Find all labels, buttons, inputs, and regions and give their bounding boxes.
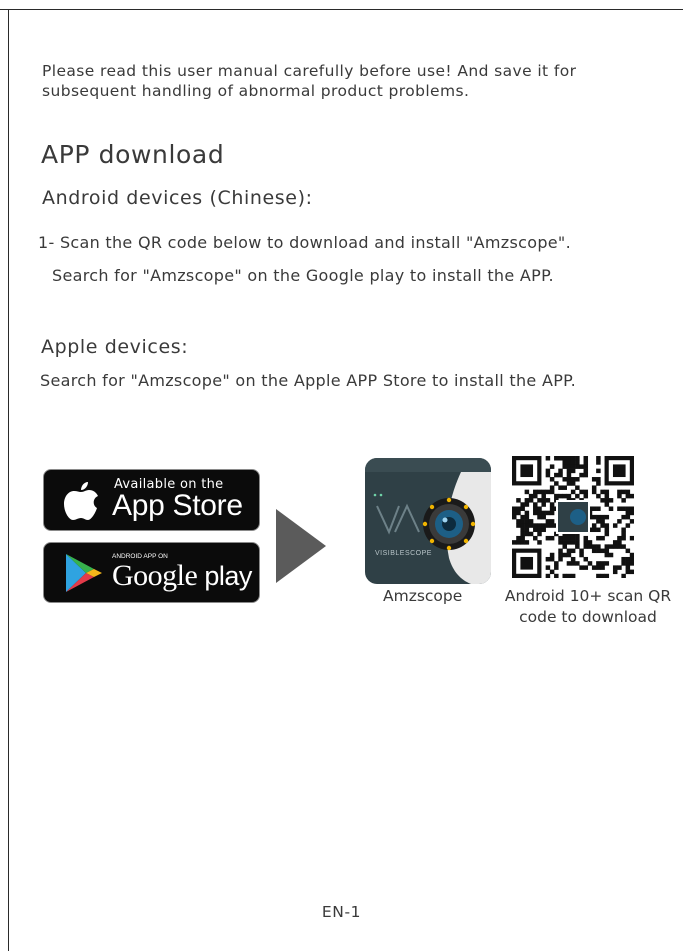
qr-code-caption: Android 10+ scan QR code to download: [504, 587, 672, 626]
top-border: [0, 9, 683, 10]
google-play-logo-icon: [66, 554, 102, 592]
arrow-right-icon: [276, 509, 326, 583]
app-store-badge-label: App Store: [112, 489, 243, 522]
google-play-badge[interactable]: ANDROID APP ON Google play: [43, 542, 260, 603]
app-store-badge[interactable]: Available on the App Store: [43, 469, 260, 531]
android-heading: Android devices (Chinese):: [42, 187, 313, 209]
app-download-heading: APP download: [41, 140, 225, 169]
app-icon-brand-text: VISIBLESCOPE: [375, 550, 432, 557]
step-1-text: 1- Scan the QR code below to download an…: [38, 233, 571, 252]
google-play-badge-label: Google play: [112, 559, 252, 592]
amzscope-app-icon: VISIBLESCOPE: [365, 458, 491, 584]
qr-code: [512, 456, 635, 579]
apple-logo-icon: [64, 482, 98, 520]
page-number: EN-1: [321, 903, 362, 921]
apple-instruction: Search for "Amzscope" on the Apple APP S…: [40, 371, 576, 390]
left-border: [8, 9, 9, 951]
intro-text: Please read this user manual carefully b…: [42, 62, 577, 100]
apple-heading: Apple devices:: [41, 336, 189, 358]
app-icon-caption: Amzscope: [383, 587, 463, 605]
google-play-instruction: Search for "Amzscope" on the Google play…: [52, 266, 554, 285]
